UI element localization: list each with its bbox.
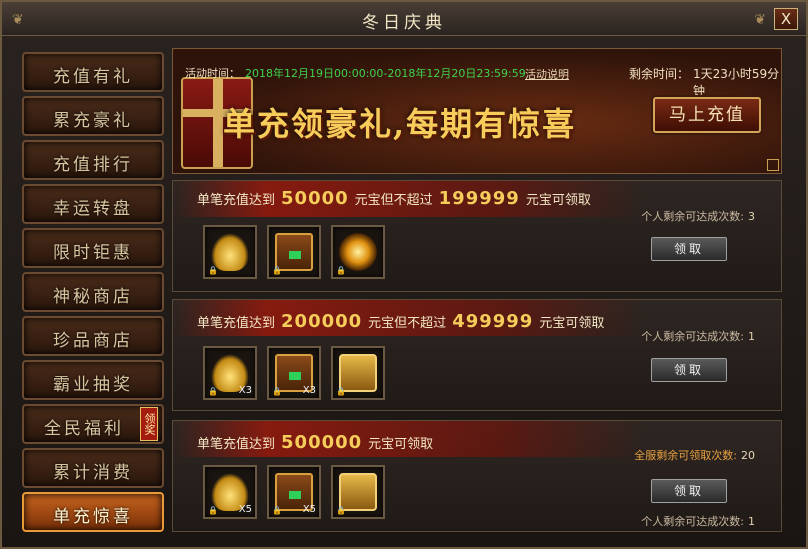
sidebar-item-label: 充值有礼 (53, 67, 133, 87)
claim-badge: 领奖 (140, 407, 158, 441)
sidebar-item-recharge-gift[interactable]: 充值有礼 (22, 52, 164, 92)
item-quantity: X3 (302, 385, 316, 396)
lock-icon: 🔒 (272, 506, 282, 515)
reward-item[interactable]: 🔒 X3 (203, 346, 257, 400)
reward-item[interactable]: 🔒 X3 (267, 346, 321, 400)
personal-remaining: 个人剩余可达成次数: 3 (641, 208, 755, 224)
condition-suffix: 元宝可领取 (539, 316, 605, 331)
condition-max: 199999 (438, 188, 520, 209)
lock-icon: 🔒 (272, 387, 282, 396)
item-quantity: X5 (238, 504, 252, 515)
stat-count: 1 (748, 330, 755, 343)
tier-condition: 单笔充值达到 500000 元宝可领取 (197, 432, 433, 453)
remaining-time-label: 剩余时间： (629, 67, 690, 81)
stat-label: 个人剩余可达成次数: (641, 515, 744, 528)
sidebar-item-label: 累计消费 (53, 463, 133, 483)
lock-icon: 🔒 (208, 387, 218, 396)
sidebar-item-welfare[interactable]: 全民福利 领奖 (22, 404, 164, 444)
reward-item[interactable]: 🔒 (331, 465, 385, 519)
corner-ornament-icon (767, 159, 779, 171)
condition-prefix: 单笔充值达到 (197, 437, 276, 452)
personal-remaining: 个人剩余可达成次数: 1 (641, 328, 755, 344)
personal-remaining: 个人剩余可达成次数: 1 (641, 513, 755, 529)
condition-suffix: 元宝可领取 (525, 193, 591, 208)
claim-button[interactable]: 领取 (651, 479, 727, 503)
stat-count: 1 (748, 515, 755, 528)
sidebar-item-recharge-ranking[interactable]: 充值排行 (22, 140, 164, 180)
event-banner: 活动时间： 2018年12月19日00:00:00-2018年12月20日23:… (172, 48, 782, 174)
condition-mid: 元宝但不超过 (368, 316, 447, 331)
server-remaining: 全服剩余可领取次数: 20 (634, 447, 755, 463)
lock-icon: 🔒 (336, 387, 346, 396)
stat-count: 20 (741, 449, 755, 462)
sidebar-item-mystery-shop[interactable]: 神秘商店 (22, 272, 164, 312)
sidebar-item-cumulative-gift[interactable]: 累充豪礼 (22, 96, 164, 136)
condition-suffix: 元宝可领取 (368, 437, 434, 452)
tier-condition: 单笔充值达到 50000 元宝但不超过 199999 元宝可领取 (197, 188, 591, 209)
activity-time-value: 2018年12月19日00:00:00-2018年12月20日23:59:59 (245, 67, 526, 80)
reward-item[interactable]: 🔒 (267, 225, 321, 279)
condition-mid: 元宝但不超过 (354, 193, 433, 208)
stat-label: 个人剩余可达成次数: (641, 210, 744, 223)
claim-button[interactable]: 领取 (651, 237, 727, 261)
window-title: 冬日庆典 (362, 13, 446, 33)
condition-amount: 200000 (281, 311, 363, 332)
reward-item[interactable]: 🔒 (331, 346, 385, 400)
item-quantity: X3 (238, 385, 252, 396)
reward-item[interactable]: 🔒 (331, 225, 385, 279)
event-window: ❦ 冬日庆典 ❦ X 充值有礼 累充豪礼 充值排行 幸运转盘 限时钜惠 神秘商店… (0, 0, 808, 549)
reward-item[interactable]: 🔒 X5 (203, 465, 257, 519)
tier-condition: 单笔充值达到 200000 元宝但不超过 499999 元宝可领取 (197, 311, 604, 332)
activity-time-label: 活动时间： (185, 67, 240, 80)
sidebar-item-label: 珍品商店 (53, 331, 133, 351)
sidebar-item-cumulative-spend[interactable]: 累计消费 (22, 448, 164, 488)
stat-label: 全服剩余可领取次数: (634, 449, 737, 462)
condition-max: 499999 (452, 311, 534, 332)
reward-item[interactable]: 🔒 (203, 225, 257, 279)
ornament-icon: ❦ (754, 12, 766, 28)
sidebar-item-label: 累充豪礼 (53, 111, 133, 131)
lock-icon: 🔒 (336, 506, 346, 515)
tier-header: 单笔充值达到 500000 元宝可领取 (173, 421, 643, 457)
sidebar-item-treasure-shop[interactable]: 珍品商店 (22, 316, 164, 356)
lock-icon: 🔒 (208, 266, 218, 275)
item-quantity: X5 (302, 504, 316, 515)
sidebar-item-single-recharge[interactable]: 单充惊喜 (22, 492, 164, 532)
tier-header: 单笔充值达到 50000 元宝但不超过 199999 元宝可领取 (173, 181, 643, 217)
close-button[interactable]: X (774, 8, 798, 30)
reward-tier-3: 单笔充值达到 500000 元宝可领取 🔒 X5 🔒 X5 🔒 全服剩余可领取次数: 20… (172, 420, 782, 532)
stat-label: 个人剩余可达成次数: (641, 330, 744, 343)
stat-count: 3 (748, 210, 755, 223)
banner-slogan: 单充领豪礼,每期有惊喜 (223, 105, 577, 143)
remaining-time-value: 1天23小时59分钟 (693, 67, 780, 98)
lock-icon: 🔒 (272, 266, 282, 275)
condition-amount: 500000 (281, 432, 363, 453)
sidebar-item-label: 霸业抽奖 (53, 375, 133, 395)
condition-prefix: 单笔充值达到 (197, 193, 276, 208)
sidebar-item-lucky-wheel[interactable]: 幸运转盘 (22, 184, 164, 224)
sidebar-item-label: 限时钜惠 (53, 243, 133, 263)
sidebar-item-label: 幸运转盘 (53, 199, 133, 219)
sidebar-item-label: 单充惊喜 (53, 507, 133, 527)
sidebar-item-label: 全民福利 (44, 419, 124, 439)
claim-button[interactable]: 领取 (651, 358, 727, 382)
condition-amount: 50000 (281, 188, 349, 209)
lock-icon: 🔒 (336, 266, 346, 275)
condition-prefix: 单笔充值达到 (197, 316, 276, 331)
sidebar-item-limited-deals[interactable]: 限时钜惠 (22, 228, 164, 268)
lock-icon: 🔒 (208, 506, 218, 515)
recharge-now-button[interactable]: 马上充值 (653, 97, 761, 133)
activity-info-link[interactable]: 活动说明 (525, 66, 569, 82)
tier-header: 单笔充值达到 200000 元宝但不超过 499999 元宝可领取 (173, 300, 643, 336)
sidebar-item-label: 充值排行 (53, 155, 133, 175)
reward-tier-1: 单笔充值达到 50000 元宝但不超过 199999 元宝可领取 🔒 🔒 🔒 个人剩余可… (172, 180, 782, 292)
reward-tier-2: 单笔充值达到 200000 元宝但不超过 499999 元宝可领取 🔒 X3 🔒 X3 🔒 … (172, 299, 782, 411)
sidebar-item-lottery[interactable]: 霸业抽奖 (22, 360, 164, 400)
sidebar-item-label: 神秘商店 (53, 287, 133, 307)
reward-item[interactable]: 🔒 X5 (267, 465, 321, 519)
title-bar: ❦ 冬日庆典 ❦ X (2, 2, 806, 36)
sidebar: 充值有礼 累充豪礼 充值排行 幸运转盘 限时钜惠 神秘商店 珍品商店 霸业抽奖 … (12, 44, 168, 544)
